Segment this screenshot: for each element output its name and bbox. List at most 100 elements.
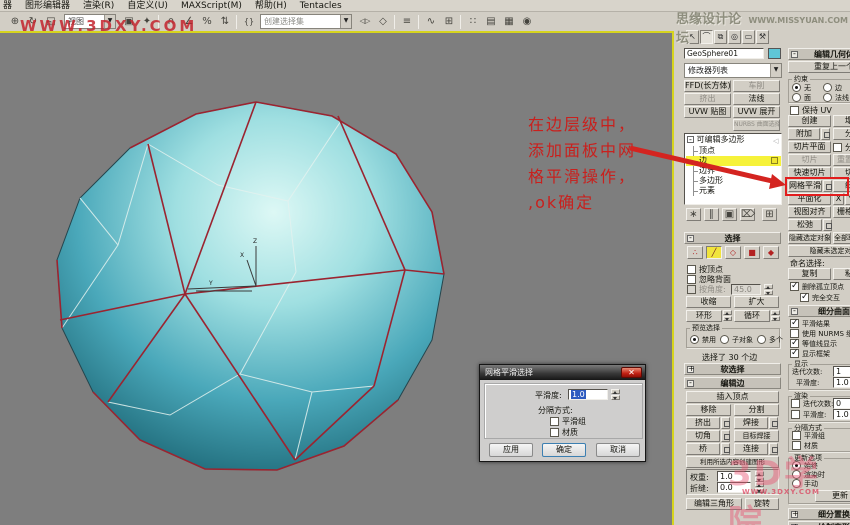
subdivision-rollout-header[interactable]: 细分曲面 xyxy=(788,305,850,317)
chevron-down-icon[interactable]: ▼ xyxy=(340,15,351,28)
apply-button[interactable]: 应用 xyxy=(489,443,533,457)
weight-spinner[interactable] xyxy=(755,471,764,482)
unwrap-uvw-button[interactable]: UVW 展开 xyxy=(733,106,780,118)
paint-deform-rollout-header[interactable]: 绘制变形 xyxy=(788,521,850,525)
spinner-down-icon[interactable] xyxy=(755,488,764,493)
spinner-up-icon[interactable] xyxy=(611,389,620,394)
grid-align-button[interactable]: 栅格对齐 xyxy=(833,206,850,218)
element-subobject-icon[interactable]: ◆ xyxy=(763,246,779,259)
render-iterations-field[interactable]: 0 xyxy=(833,398,850,409)
constraint-face-radio[interactable]: 面 xyxy=(792,93,811,104)
dialog-smoothness-spinner[interactable] xyxy=(611,389,620,400)
preview-subobj-radio[interactable]: 子对象 xyxy=(720,335,753,346)
ffd-box-button[interactable]: FFD(长方体) xyxy=(684,80,731,92)
remove-button[interactable]: 移除 xyxy=(686,404,731,416)
collapse-button[interactable]: 塌陷 xyxy=(833,115,850,127)
reset-plane-button[interactable]: 重置平面 xyxy=(833,154,850,166)
stack-item-vertex[interactable]: 顶点 xyxy=(693,146,715,156)
attach-button[interactable]: 附加 xyxy=(788,128,820,140)
uvw-map-button[interactable]: UVW 贴图 xyxy=(684,106,731,118)
bridge-button[interactable]: 桥 xyxy=(686,443,720,455)
preview-disable-radio[interactable]: 禁用 xyxy=(690,335,716,346)
layer-manager-icon[interactable]: ≡ xyxy=(398,14,416,30)
polygon-subobject-icon[interactable]: ■ xyxy=(744,246,760,259)
show-cage-checkbox[interactable]: 显示框架 xyxy=(790,349,830,360)
menu-item-maxscript[interactable]: MAXScript(M) xyxy=(181,1,242,11)
show-end-result-icon[interactable]: ∥ xyxy=(704,208,719,221)
menu-item-help[interactable]: 帮助(H) xyxy=(255,1,287,11)
split-button[interactable]: 分割 xyxy=(734,404,779,416)
edit-geometry-rollout-header[interactable]: 编辑几何体 xyxy=(788,48,850,60)
spinner-up-icon[interactable] xyxy=(771,310,780,315)
dialog-smoothing-groups-checkbox[interactable]: 平滑组 xyxy=(550,416,586,427)
object-color-swatch[interactable] xyxy=(768,48,781,59)
stack-item-border[interactable]: 边界 xyxy=(693,166,715,176)
grow-button[interactable]: 扩大 xyxy=(734,296,779,308)
ring-button[interactable]: 环形 xyxy=(686,310,722,322)
attach-settings-icon[interactable] xyxy=(821,128,830,140)
normal-modifier-button[interactable]: 法线 xyxy=(733,93,780,105)
relax-button[interactable]: 松弛 xyxy=(788,219,822,231)
vertex-subobject-icon[interactable]: ∴ xyxy=(687,246,703,259)
spinner-down-icon[interactable] xyxy=(611,395,620,400)
chevron-down-icon[interactable]: ▼ xyxy=(770,64,781,77)
nurbs-surface-select-button[interactable]: NURBS 曲面选择 xyxy=(733,119,780,131)
materials-checkbox[interactable]: 材质 xyxy=(792,441,818,452)
menu-item-graph-editors[interactable]: 图形编辑器 xyxy=(25,1,70,11)
render-smoothness-field[interactable]: 1.0 xyxy=(833,409,850,420)
menu-item-partial[interactable]: 器 xyxy=(3,1,12,11)
full-interactivity-checkbox[interactable]: 完全交互 xyxy=(800,293,840,304)
shrink-button[interactable]: 收缩 xyxy=(686,296,731,308)
keyboard-override-icon[interactable]: {} xyxy=(240,14,258,30)
stack-item-element[interactable]: 元素 xyxy=(693,186,715,196)
spinner-snap-icon[interactable]: ⇅ xyxy=(216,14,234,30)
by-angle-checkbox[interactable]: 按角度: xyxy=(687,284,726,295)
weight-field[interactable]: 1.0 xyxy=(717,471,751,482)
crease-field[interactable]: 0.0 xyxy=(717,482,751,493)
stack-item-polygon[interactable]: 多边形 xyxy=(693,176,723,186)
repeat-last-button[interactable]: 重复上一个 xyxy=(788,61,850,73)
spinner-up-icon[interactable] xyxy=(755,482,764,487)
object-name-field[interactable]: GeoSphere01 xyxy=(684,48,764,59)
weld-button[interactable]: 焊接 xyxy=(734,417,768,429)
chamfer-settings-icon[interactable] xyxy=(721,430,730,442)
copy-button[interactable]: 复制 xyxy=(788,268,831,280)
edge-subobject-icon[interactable]: ╱ xyxy=(706,246,722,259)
constraint-normal-radio[interactable]: 法线 xyxy=(823,93,849,104)
connect-settings-icon[interactable] xyxy=(769,443,778,455)
spinner-down-icon[interactable] xyxy=(771,316,780,321)
extrude-modifier-button[interactable]: 挤出 xyxy=(684,93,731,105)
subdiv-displacement-rollout-header[interactable]: 细分置换 xyxy=(788,508,850,520)
slice-button[interactable]: 切片 xyxy=(788,154,831,166)
spinner-up-icon[interactable] xyxy=(755,471,764,476)
delete-isolated-checkbox[interactable]: 删除孤立顶点 xyxy=(790,282,844,293)
spinner-up-icon[interactable] xyxy=(764,284,773,289)
insert-vertex-button[interactable]: 插入顶点 xyxy=(686,391,779,403)
create-button[interactable]: 创建 xyxy=(788,115,831,127)
menu-item-tentacles[interactable]: Tentacles xyxy=(300,1,342,11)
split-checkbox[interactable]: 分割 xyxy=(833,142,850,153)
menu-item-customize[interactable]: 自定义(U) xyxy=(127,1,168,11)
close-icon[interactable]: ✕ xyxy=(621,367,642,378)
collapse-icon[interactable]: - xyxy=(687,136,694,144)
slice-plane-button[interactable]: 切片平面 xyxy=(788,141,831,153)
make-unique-icon[interactable]: ▣ xyxy=(722,208,737,221)
configure-modifier-sets-icon[interactable]: ⊞ xyxy=(762,208,777,221)
target-weld-button[interactable]: 目标焊接 xyxy=(734,430,779,442)
modifier-list-dropdown[interactable]: 修改器列表 ▼ xyxy=(684,63,782,78)
turn-button[interactable]: 旋转 xyxy=(745,498,779,510)
spinner-down-icon[interactable] xyxy=(723,316,732,321)
extrude-settings-icon[interactable] xyxy=(721,417,730,429)
display-iterations-field[interactable]: 1 xyxy=(833,366,850,377)
named-selection-set-dropdown[interactable]: 创建选择集 ▼ xyxy=(260,14,352,29)
chamfer-button[interactable]: 切角 xyxy=(686,430,720,442)
mirror-icon[interactable]: ◁▷ xyxy=(356,14,374,30)
update-manually-radio[interactable]: 手动 xyxy=(792,479,818,490)
bridge-settings-icon[interactable] xyxy=(721,443,730,455)
spinner-up-icon[interactable] xyxy=(723,310,732,315)
remove-modifier-icon[interactable]: ⌦ xyxy=(740,208,755,221)
loop-button[interactable]: 循环 xyxy=(734,310,770,322)
display-smoothness-field[interactable]: 1.0 xyxy=(833,377,850,388)
spinner-down-icon[interactable] xyxy=(764,290,773,295)
stack-root-row[interactable]: - 可编辑多边形 ◁ xyxy=(687,135,778,145)
